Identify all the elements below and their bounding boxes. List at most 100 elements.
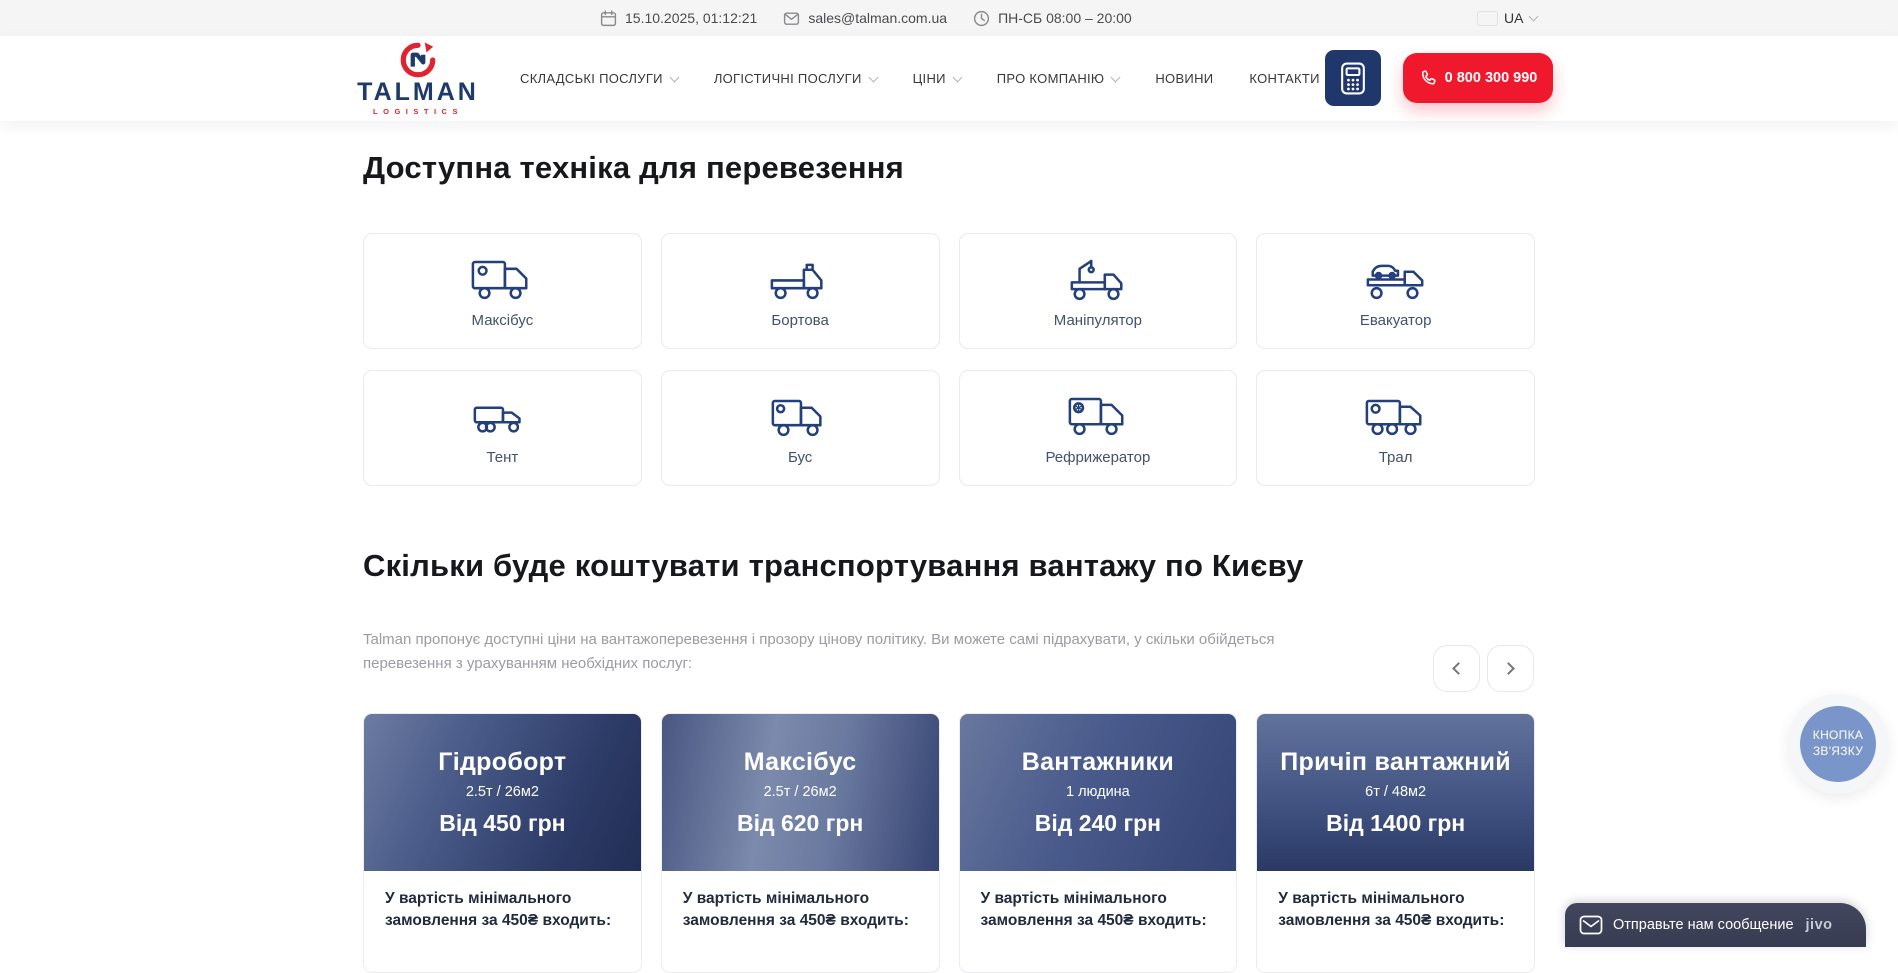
refrigerator-truck-icon <box>1066 391 1130 440</box>
phone-number: 0 800 300 990 <box>1445 70 1538 86</box>
price-card-note: У вартість мінімального замовлення за 45… <box>364 871 641 932</box>
price-card-photo: Гідроборт 2.5т / 26м2 Від 450 грн <box>364 714 641 871</box>
price-card-photo: Вантажники 1 людина Від 240 грн <box>960 714 1237 871</box>
vehicle-label: Бус <box>788 449 812 466</box>
envelope-icon <box>783 10 800 27</box>
callback-widget[interactable]: КНОПКА ЗВ'ЯЗКУ <box>1788 694 1888 794</box>
price-cards-carousel: Гідроборт 2.5т / 26м2 Від 450 грн У варт… <box>363 713 1535 973</box>
nav-item-logistics-services[interactable]: ЛОГІСТИЧНІ ПОСЛУГИ <box>714 71 877 86</box>
nav-label: ЦІНИ <box>913 71 946 86</box>
vehicle-card-bortova[interactable]: Бортова <box>661 233 940 349</box>
vehicle-card-tral[interactable]: Трал <box>1256 370 1535 486</box>
datetime-text: 15.10.2025, 01:12:21 <box>625 10 757 26</box>
nav-item-warehouse-services[interactable]: СКЛАДСЬКІ ПОСЛУГИ <box>520 71 678 86</box>
logo-tagline: LOGISTICS <box>352 107 484 116</box>
trailer-truck-icon <box>1364 391 1428 440</box>
vehicle-card-tent[interactable]: Тент <box>363 370 642 486</box>
price-card-hidrobort[interactable]: Гідроборт 2.5т / 26м2 Від 450 грн У варт… <box>363 713 642 973</box>
pricing-section-title: Скільки буде коштувати транспортування в… <box>363 548 1304 584</box>
price-card-price: Від 240 грн <box>1035 810 1161 837</box>
price-card-photo: Причіп вантажний 6т / 48м2 Від 1400 грн <box>1257 714 1534 871</box>
vehicle-label: Трал <box>1379 449 1413 466</box>
price-card-title: Причіп вантажний <box>1280 748 1511 777</box>
work-hours-text: ПН-СБ 08:00 – 20:00 <box>998 10 1132 26</box>
box-truck-icon <box>470 254 534 303</box>
vehicle-label: Максібус <box>472 312 534 329</box>
phone-icon <box>1419 70 1436 87</box>
vehicle-label: Евакуатор <box>1360 312 1432 329</box>
clock-icon <box>973 10 990 27</box>
logo-emblem-icon <box>399 41 437 79</box>
vehicle-label: Маніпулятор <box>1054 312 1142 329</box>
nav-label: КОНТАКТИ <box>1249 71 1319 86</box>
contact-email[interactable]: sales@talman.com.ua <box>783 10 947 27</box>
chevron-down-icon <box>868 72 878 82</box>
nav-item-prices[interactable]: ЦІНИ <box>913 71 961 86</box>
vehicles-section-title: Доступна техніка для перевезення <box>363 150 904 186</box>
pricing-description: Talman пропонує доступні ціни на вантажо… <box>363 628 1283 675</box>
price-card-prychip[interactable]: Причіп вантажний 6т / 48м2 Від 1400 грн … <box>1256 713 1535 973</box>
vehicle-card-bus[interactable]: Бус <box>661 370 940 486</box>
language-label: UA <box>1504 10 1523 26</box>
chevron-down-icon <box>1529 12 1539 22</box>
price-card-spec: 6т / 48м2 <box>1365 784 1426 800</box>
chat-envelope-icon <box>1579 915 1603 935</box>
vehicle-label: Бортова <box>771 312 828 329</box>
jivo-brand-label: jivo <box>1806 917 1833 933</box>
price-card-price: Від 450 грн <box>439 810 565 837</box>
vehicle-card-maksibus[interactable]: Максібус <box>363 233 642 349</box>
calendar-icon <box>600 10 617 27</box>
carousel-prev-button[interactable] <box>1433 645 1480 692</box>
crane-truck-icon <box>1066 254 1130 303</box>
chevron-down-icon <box>1111 72 1121 82</box>
flatbed-truck-icon <box>768 254 832 303</box>
vehicles-grid: Максібус Бортова Маніпулятор Евакуатор Т… <box>363 233 1535 486</box>
chat-widget[interactable]: Отправьте нам сообщение jivo <box>1565 903 1866 947</box>
vehicle-card-manipulator[interactable]: Маніпулятор <box>959 233 1238 349</box>
top-info-bar: 15.10.2025, 01:12:21 sales@talman.com.ua… <box>0 0 1898 36</box>
nav-item-contacts[interactable]: КОНТАКТИ <box>1249 71 1319 86</box>
chat-message-label: Отправьте нам сообщение <box>1613 917 1794 933</box>
current-datetime: 15.10.2025, 01:12:21 <box>600 10 757 27</box>
nav-item-news[interactable]: НОВИНИ <box>1155 71 1213 86</box>
tent-truck-icon <box>470 391 534 440</box>
carousel-next-button[interactable] <box>1487 645 1534 692</box>
chevron-left-icon <box>1452 662 1465 675</box>
price-card-spec: 2.5т / 26м2 <box>466 784 539 800</box>
price-card-note: У вартість мінімального замовлення за 45… <box>662 871 939 932</box>
work-hours: ПН-СБ 08:00 – 20:00 <box>973 10 1132 27</box>
calculator-button[interactable] <box>1325 50 1381 106</box>
price-card-photo: Максібус 2.5т / 26м2 Від 620 грн <box>662 714 939 871</box>
price-card-maksibus[interactable]: Максібус 2.5т / 26м2 Від 620 грн У варті… <box>661 713 940 973</box>
chevron-down-icon <box>669 72 679 82</box>
vehicle-card-refrigerator[interactable]: Рефрижератор <box>959 370 1238 486</box>
price-card-price: Від 620 грн <box>737 810 863 837</box>
phone-call-button[interactable]: 0 800 300 990 <box>1403 53 1553 103</box>
price-card-vantazhnyky[interactable]: Вантажники 1 людина Від 240 грн У вартіс… <box>959 713 1238 973</box>
chevron-down-icon <box>952 72 962 82</box>
price-card-spec: 2.5т / 26м2 <box>764 784 837 800</box>
language-selector[interactable]: UA <box>1478 0 1537 36</box>
van-truck-icon <box>768 391 832 440</box>
site-header: TALMAN LOGISTICS СКЛАДСЬКІ ПОСЛУГИ ЛОГІС… <box>0 36 1898 121</box>
ukraine-flag-icon <box>1478 12 1497 25</box>
carousel-controls <box>1433 645 1534 692</box>
price-card-spec: 1 людина <box>1066 784 1130 800</box>
price-card-price: Від 1400 грн <box>1326 810 1465 837</box>
main-navigation: СКЛАДСЬКІ ПОСЛУГИ ЛОГІСТИЧНІ ПОСЛУГИ ЦІН… <box>520 36 1320 121</box>
chevron-right-icon <box>1502 662 1515 675</box>
nav-label: ПРО КОМПАНІЮ <box>997 71 1105 86</box>
email-text[interactable]: sales@talman.com.ua <box>808 10 947 26</box>
logo-name: TALMAN <box>352 80 484 105</box>
nav-label: СКЛАДСЬКІ ПОСЛУГИ <box>520 71 663 86</box>
logo[interactable]: TALMAN LOGISTICS <box>352 41 484 116</box>
nav-label: ЛОГІСТИЧНІ ПОСЛУГИ <box>714 71 862 86</box>
callback-button-label: КНОПКА ЗВ'ЯЗКУ <box>1800 706 1876 782</box>
vehicle-card-evakuator[interactable]: Евакуатор <box>1256 233 1535 349</box>
price-card-note: У вартість мінімального замовлення за 45… <box>960 871 1237 932</box>
vehicle-label: Рефрижератор <box>1045 449 1150 466</box>
calculator-icon <box>1340 62 1366 95</box>
nav-item-about-company[interactable]: ПРО КОМПАНІЮ <box>997 71 1120 86</box>
nav-label: НОВИНИ <box>1155 71 1213 86</box>
tow-truck-icon <box>1364 254 1428 303</box>
